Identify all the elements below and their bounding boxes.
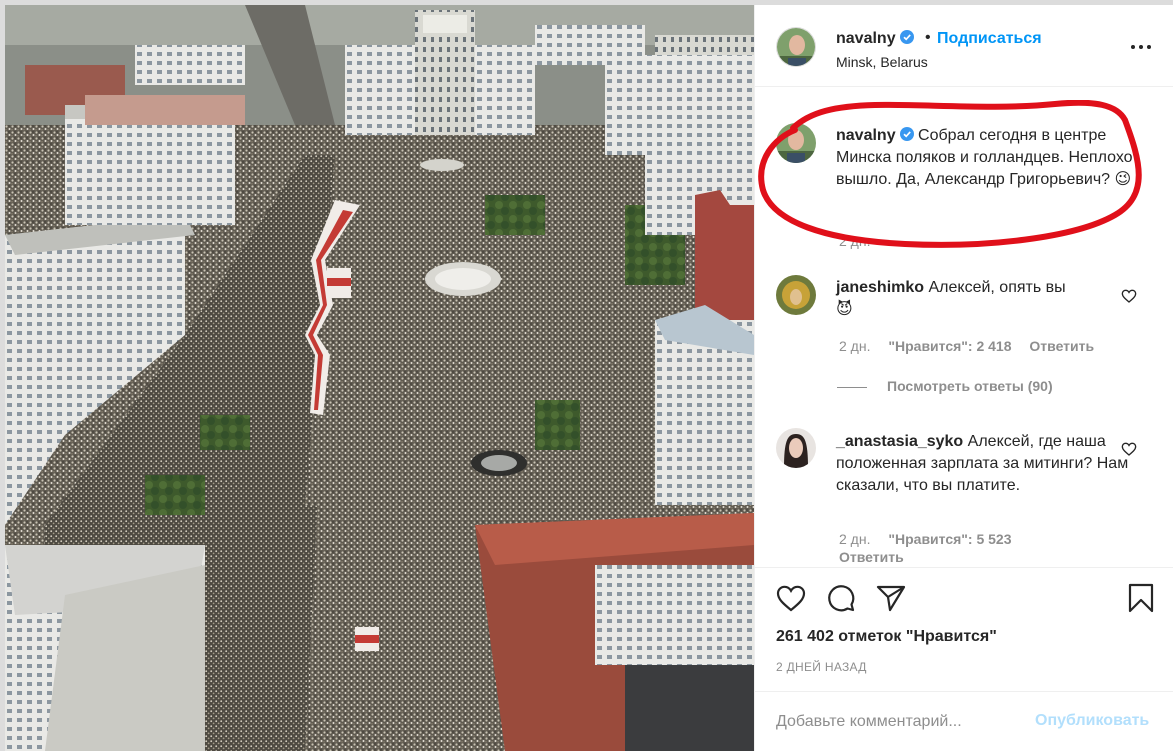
more-options-icon[interactable] xyxy=(1127,37,1155,57)
comment-likes[interactable]: "Нравится": 2 418 xyxy=(888,338,1011,354)
like-heart-icon[interactable] xyxy=(775,582,807,614)
view-replies-button[interactable]: Посмотреть ответы (90) xyxy=(837,378,1053,394)
reply-button[interactable]: Ответить xyxy=(839,549,904,565)
comment-likes[interactable]: "Нравится": 5 523 xyxy=(888,531,1011,547)
bookmark-icon[interactable] xyxy=(1125,582,1157,614)
comment-bubble-icon[interactable] xyxy=(825,582,857,614)
author-username[interactable]: navalny xyxy=(836,30,914,48)
comment-input[interactable] xyxy=(776,710,1016,734)
verified-badge-icon xyxy=(899,127,914,141)
post-date: 2 ДНЕЙ НАЗАД xyxy=(776,660,867,674)
comment-text-block: janeshimko Алексей, опять вы 😈 xyxy=(836,277,1136,321)
comment-meta: 2 дн. "Нравится": 2 418 Ответить xyxy=(839,338,1094,354)
caption-text-block: navalny Собрал сегодня в центре Минска п… xyxy=(836,125,1136,191)
comment-meta: 2 дн. "Нравится": 5 523 xyxy=(839,531,1012,547)
post-location[interactable]: Minsk, Belarus xyxy=(836,54,928,70)
author-username-text[interactable]: navalny xyxy=(836,30,896,47)
comment-time: 2 дн. xyxy=(839,338,871,354)
caption-username[interactable]: navalny xyxy=(836,127,896,144)
comment-reply-row: Ответить xyxy=(839,549,904,565)
devil-emoji-icon: 😈 xyxy=(836,301,853,318)
post-photo[interactable] xyxy=(5,5,754,751)
likes-count[interactable]: 261 402 отметок "Нравится" xyxy=(776,628,997,646)
follow-button[interactable]: Подписаться xyxy=(937,30,1042,48)
replies-line-divider xyxy=(837,386,867,388)
post-side-panel: navalny • Подписаться Minsk, Belarus nav… xyxy=(754,5,1173,751)
add-comment-bar: Опубликовать xyxy=(755,691,1173,751)
comment-time: 2 дн. xyxy=(839,531,871,547)
comment-text-block: _anastasia_syko Алексей, где наша положе… xyxy=(836,431,1136,497)
caption-time: 2 дн. xyxy=(839,233,871,249)
share-paper-plane-icon[interactable] xyxy=(875,582,907,614)
author-avatar[interactable] xyxy=(776,27,816,67)
post-actions-bar: 261 402 отметок "Нравится" 2 ДНЕЙ НАЗАД xyxy=(755,567,1173,691)
comment-avatar[interactable] xyxy=(776,275,816,315)
comment-text: Алексей, опять вы xyxy=(928,279,1066,296)
verified-badge-icon xyxy=(899,30,914,44)
like-comment-heart-icon[interactable] xyxy=(1121,288,1137,304)
caption-avatar[interactable] xyxy=(776,123,816,163)
reply-button[interactable]: Ответить xyxy=(1029,338,1094,354)
view-replies-label[interactable]: Посмотреть ответы (90) xyxy=(887,378,1053,394)
post-header: navalny • Подписаться Minsk, Belarus xyxy=(755,5,1173,87)
aerial-crowd-image xyxy=(5,5,754,751)
publish-button[interactable]: Опубликовать xyxy=(1035,712,1149,730)
like-comment-heart-icon[interactable] xyxy=(1121,441,1137,457)
comment-avatar[interactable] xyxy=(776,428,816,468)
comment-username[interactable]: _anastasia_syko xyxy=(836,433,963,450)
screenshot-frame: navalny • Подписаться Minsk, Belarus nav… xyxy=(0,0,1173,751)
header-separator-dot: • xyxy=(925,29,931,46)
comment-username[interactable]: janeshimko xyxy=(836,279,924,296)
wink-emoji-icon: 😉 xyxy=(1114,171,1132,188)
comments-section: navalny Собрал сегодня в центре Минска п… xyxy=(755,88,1173,565)
